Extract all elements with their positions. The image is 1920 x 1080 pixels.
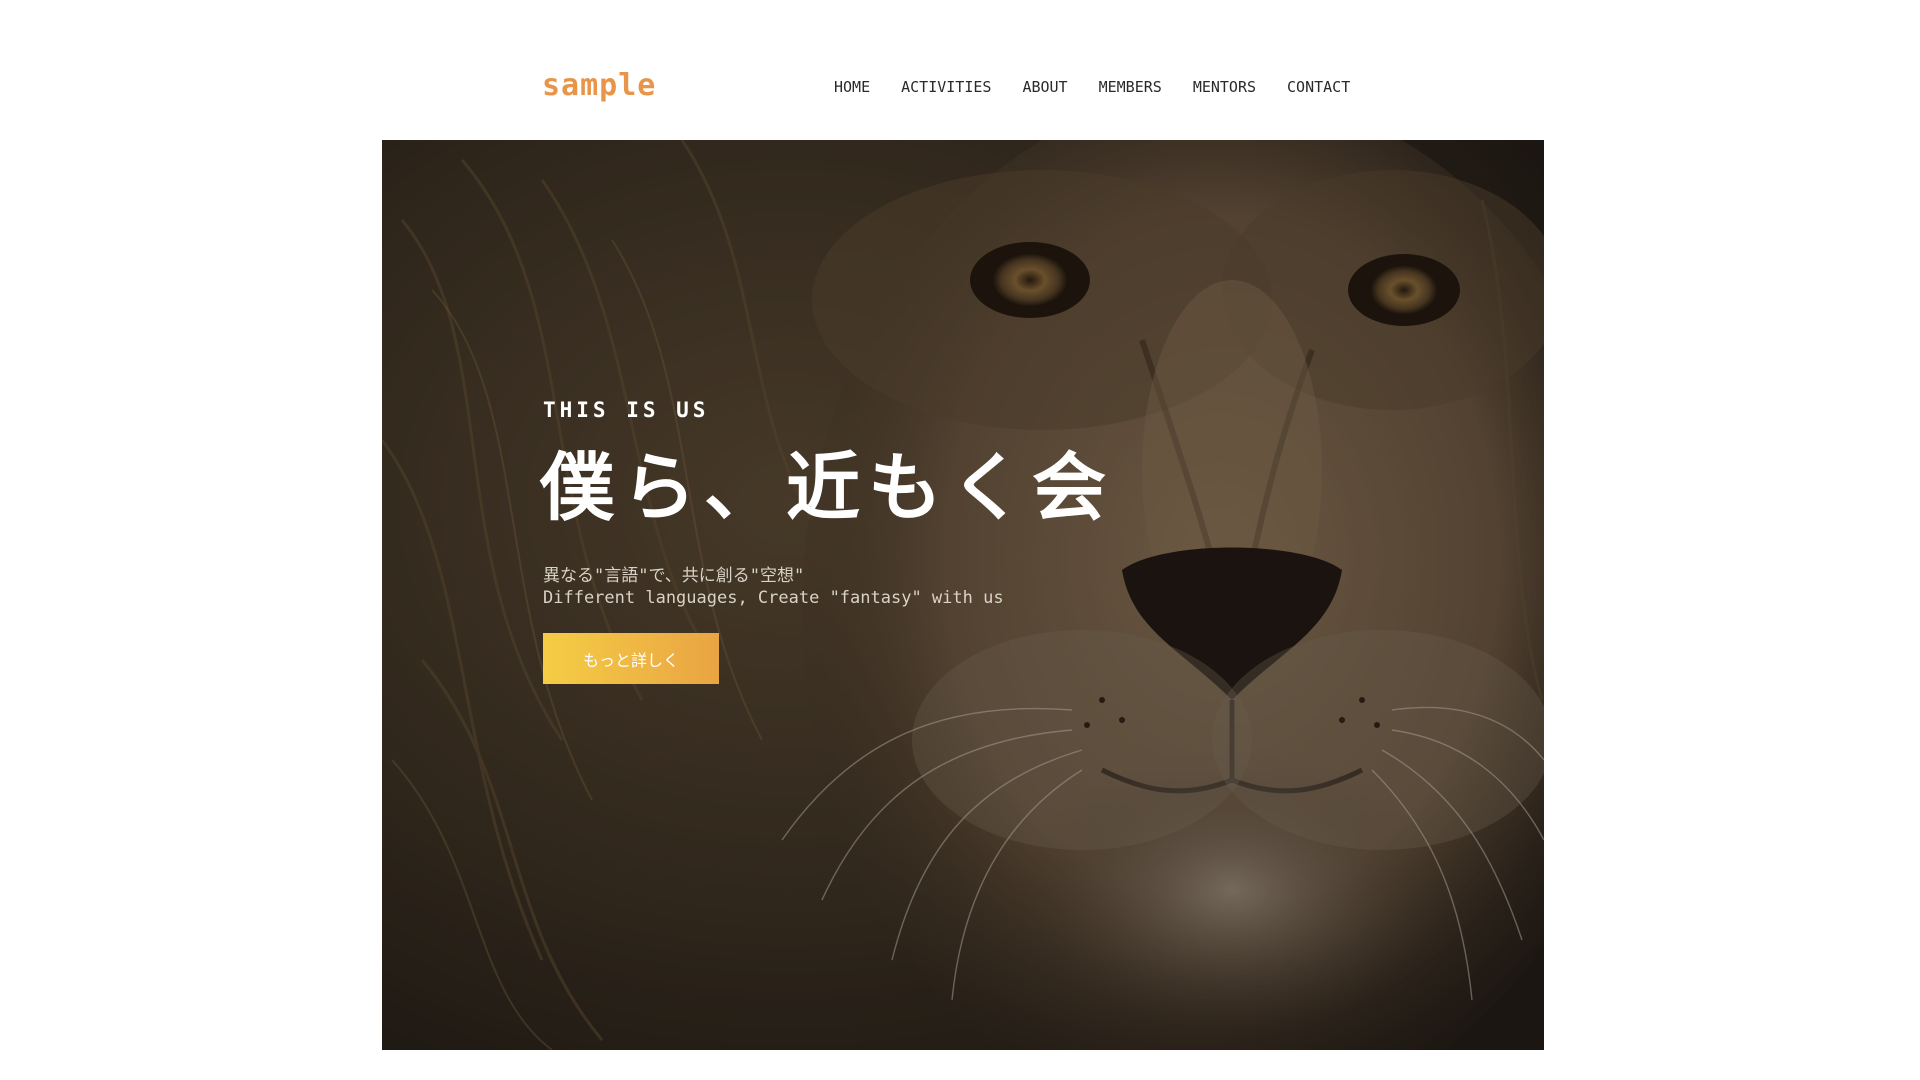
hero-section: THIS IS US 僕ら、近もく会 異なる"言語"で、共に創る"空想" Dif…: [382, 140, 1544, 1050]
nav-link-members[interactable]: MEMBERS: [1099, 76, 1162, 98]
hero-eyebrow: THIS IS US: [543, 398, 710, 422]
hero-subtitle-en: Different languages, Create "fantasy" wi…: [543, 588, 1004, 608]
nav-item-mentors: MENTORS: [1193, 76, 1256, 98]
nav-link-contact[interactable]: CONTACT: [1287, 76, 1350, 98]
page: sample HOME ACTIVITIES ABOUT MEMBERS MEN…: [0, 0, 1920, 1080]
nav-item-contact: CONTACT: [1287, 76, 1350, 98]
nav-link-home[interactable]: HOME: [834, 76, 870, 98]
main-nav: HOME ACTIVITIES ABOUT MEMBERS MENTORS CO…: [834, 76, 1350, 98]
nav-link-about[interactable]: ABOUT: [1022, 76, 1067, 98]
nav-item-members: MEMBERS: [1099, 76, 1162, 98]
hero-subtitle-ja: 異なる"言語"で、共に創る"空想": [543, 566, 805, 586]
nav-item-home: HOME: [834, 76, 870, 98]
nav-link-mentors[interactable]: MENTORS: [1193, 76, 1256, 98]
nav-link-activities[interactable]: ACTIVITIES: [901, 76, 991, 98]
more-details-button[interactable]: もっと詳しく: [543, 633, 719, 684]
hero-headline: 僕ら、近もく会: [540, 445, 1114, 531]
nav-item-activities: ACTIVITIES: [901, 76, 991, 98]
site-logo[interactable]: sample: [542, 66, 656, 106]
nav-item-about: ABOUT: [1022, 76, 1067, 98]
